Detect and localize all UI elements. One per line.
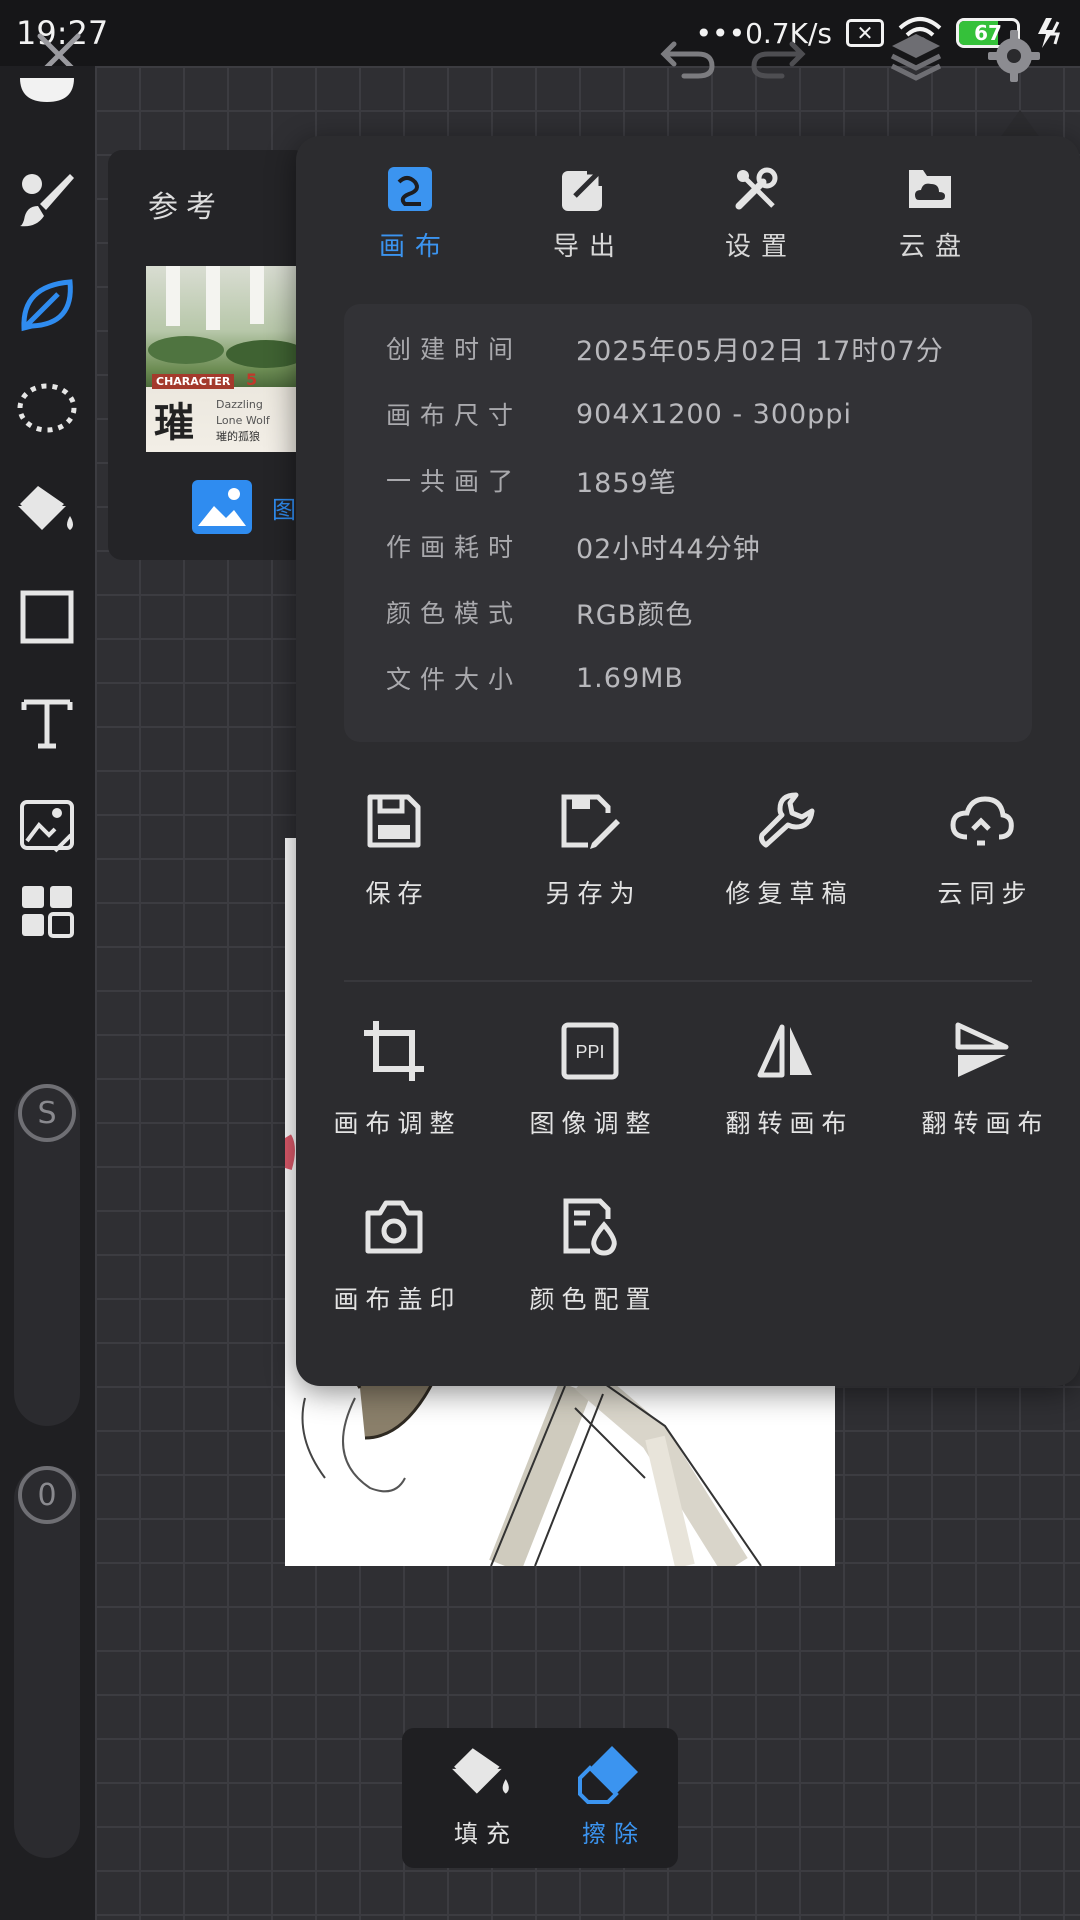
- grid-menu-tool[interactable]: [16, 880, 78, 942]
- color-profile-icon: [563, 1198, 617, 1256]
- cloud-sync-button[interactable]: 云同步: [884, 786, 1080, 936]
- text-icon: [21, 699, 73, 749]
- flip-canvas-horizontal-button[interactable]: 翻转画布: [688, 1016, 884, 1166]
- repair-draft-button[interactable]: 修复草稿: [688, 786, 884, 936]
- info-row-size: 画布尺寸 904X1200 - 300ppi: [386, 398, 852, 431]
- image-transform-icon: [20, 800, 74, 853]
- reference-thumbnail[interactable]: CHARACTER 5 璀 Dazzling Lone Wolf 璀的孤狼: [146, 266, 306, 452]
- thumbnail-tag: CHARACTER: [152, 374, 235, 389]
- menu-divider: [344, 980, 1032, 982]
- canvas-menu: 画布 导出 设置 云盘 创建时间 2025年05月02日 17时07分 画布尺寸…: [296, 136, 1080, 1386]
- info-row-file-size: 文件大小 1.69MB: [386, 662, 684, 695]
- eraser-icon: [578, 1746, 638, 1804]
- shape-tool[interactable]: [16, 586, 78, 648]
- app-root: 19:27 •••0.7K/s ✕ 67 S 0 参考 CHARACTER 5 …: [0, 0, 1080, 1920]
- save-as-icon: [561, 794, 620, 849]
- reference-image-button[interactable]: 图: [190, 478, 296, 536]
- flip-vertical-icon: [955, 1022, 1009, 1077]
- repair-icon: [759, 792, 815, 848]
- opacity-slider[interactable]: [14, 1466, 80, 1858]
- canvas-adjust-button[interactable]: 画布调整: [296, 1016, 492, 1166]
- info-row-color-mode: 颜色模式 RGB颜色: [386, 599, 694, 631]
- fill-button[interactable]: 填充: [422, 1742, 542, 1862]
- flip-horizontal-icon: [757, 1024, 812, 1078]
- ppi-icon: PPI: [561, 1022, 619, 1080]
- opacity-knob[interactable]: 0: [18, 1466, 76, 1524]
- export-icon: [562, 169, 604, 211]
- thumbnail-subtitle-3: 璀的孤狼: [216, 430, 260, 443]
- fill-bucket-icon: [18, 486, 73, 530]
- thumbnail-figures: [148, 266, 306, 368]
- thumbnail-subtitle-1: Dazzling: [216, 398, 263, 411]
- smudge-tool[interactable]: [16, 274, 78, 336]
- color-swatch-icon[interactable]: [18, 78, 76, 104]
- image-icon: [192, 480, 252, 534]
- redo-icon[interactable]: [750, 30, 806, 80]
- menu-caret: [1000, 110, 1040, 138]
- info-row-strokes: 一共画了 1859笔: [386, 467, 677, 499]
- reference-title: 参考: [148, 190, 224, 225]
- leaf-smudge-icon: [21, 279, 73, 332]
- thumbnail-number: 5: [246, 370, 258, 389]
- cloud-sync-icon: [950, 796, 1014, 846]
- lasso-tool[interactable]: [16, 378, 78, 440]
- flip-canvas-vertical-button[interactable]: 翻转画布: [884, 1016, 1080, 1166]
- lasso-icon: [17, 383, 77, 433]
- erase-button[interactable]: 擦除: [550, 1742, 670, 1862]
- brush-size-knob[interactable]: S: [18, 1084, 76, 1142]
- crop-icon: [364, 1021, 424, 1081]
- save-button[interactable]: 保存: [296, 786, 492, 936]
- fill-bucket-icon: [452, 1748, 509, 1794]
- thumbnail-subtitle-2: Lone Wolf: [216, 414, 270, 427]
- fill-tool[interactable]: [16, 480, 78, 542]
- save-as-button[interactable]: 另存为: [492, 786, 688, 936]
- layers-icon[interactable]: [888, 28, 944, 84]
- no-sim-icon: ✕: [846, 19, 884, 47]
- tool-rail: S 0: [0, 66, 95, 1920]
- canvas-stamp-button[interactable]: 画布盖印: [296, 1192, 492, 1342]
- tab-export[interactable]: 导出: [524, 166, 644, 276]
- text-tool[interactable]: [16, 692, 78, 754]
- settings-icon[interactable]: [986, 28, 1042, 84]
- fill-erase-popup: 填充 擦除: [402, 1728, 678, 1868]
- grid-icon: [22, 886, 74, 938]
- cloud-drive-icon: [909, 170, 951, 208]
- canvas-info: 创建时间 2025年05月02日 17时07分 画布尺寸 904X1200 - …: [344, 304, 1032, 742]
- info-row-created: 创建时间 2025年05月02日 17时07分: [386, 335, 944, 367]
- tab-canvas[interactable]: 画布: [350, 166, 470, 276]
- brush-icon: [20, 174, 74, 227]
- save-icon: [367, 794, 421, 848]
- image-transform-tool[interactable]: [16, 796, 78, 858]
- undo-icon[interactable]: [660, 30, 716, 80]
- tools-icon: [735, 167, 778, 210]
- thumbnail-char: 璀: [154, 399, 194, 446]
- rectangle-icon: [20, 590, 74, 644]
- brush-tool[interactable]: [16, 168, 78, 230]
- tab-settings[interactable]: 设置: [696, 166, 816, 276]
- menu-tabs: 画布 导出 设置 云盘: [296, 166, 1080, 276]
- info-row-duration: 作画耗时 02小时44分钟: [386, 533, 761, 565]
- image-adjust-button[interactable]: PPI 图像调整: [492, 1016, 688, 1166]
- svg-text:PPI: PPI: [575, 1042, 604, 1062]
- tab-cloud-drive[interactable]: 云盘: [870, 166, 990, 276]
- canvas-icon: [388, 167, 432, 211]
- camera-icon: [365, 1200, 423, 1254]
- color-profile-button[interactable]: 颜色配置: [492, 1192, 688, 1342]
- reference-panel: 参考 CHARACTER 5 璀 Dazzling Lone Wolf 璀的孤狼…: [108, 150, 308, 560]
